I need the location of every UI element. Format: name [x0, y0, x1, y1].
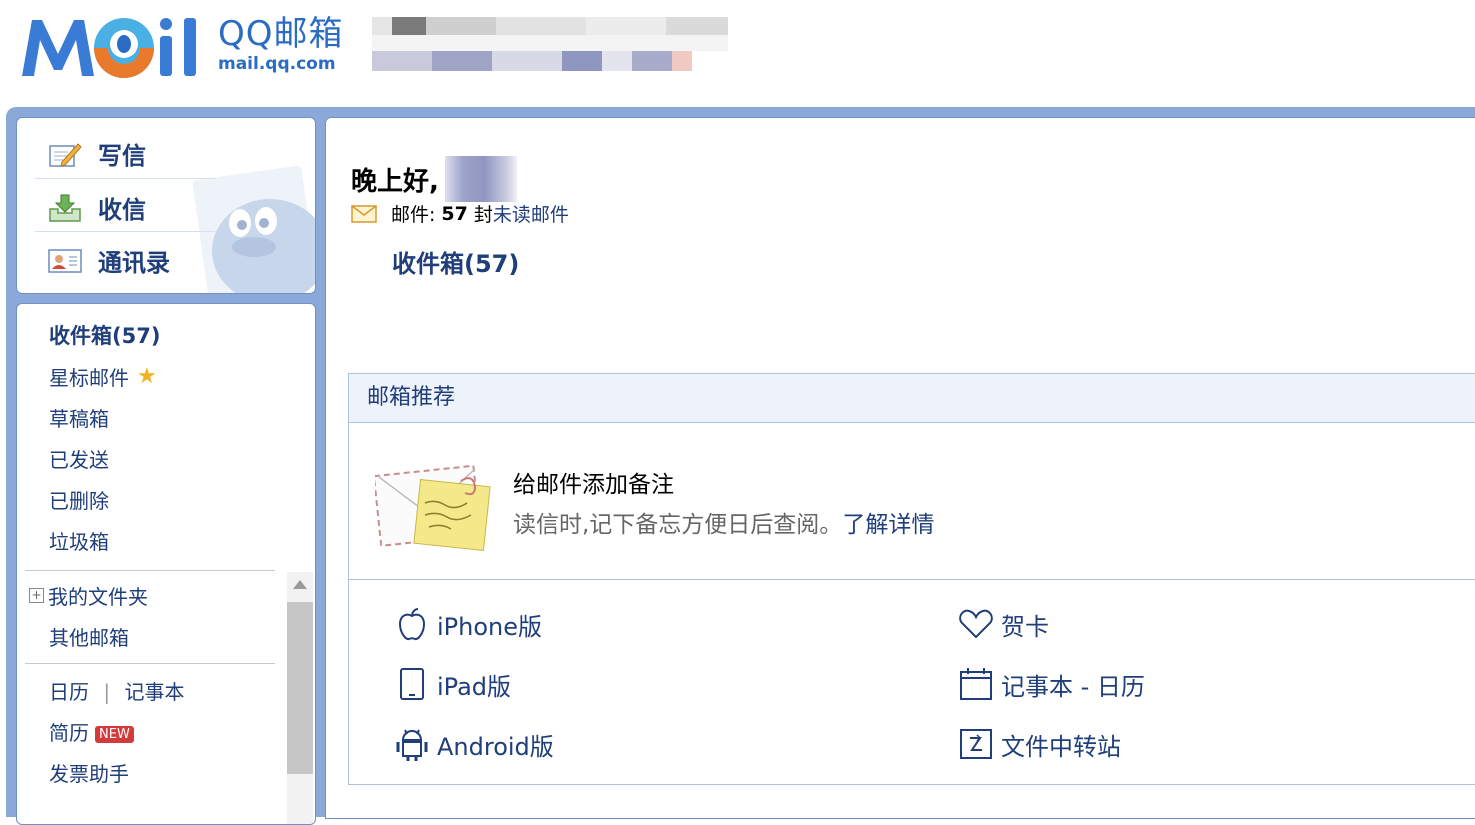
greeting-card-link[interactable]: 贺卡 [959, 606, 1049, 642]
greeting: 晚上好, [351, 156, 517, 202]
scroll-up-arrow[interactable] [293, 580, 307, 589]
contacts-label: 通讯录 [98, 249, 170, 277]
folder-sent[interactable]: 已发送 [49, 444, 109, 473]
calendar-link[interactable]: 日历 [49, 680, 89, 704]
greeting-card-label: 贺卡 [1001, 612, 1049, 641]
feature-title: 给邮件添加备注 [513, 472, 674, 498]
greeting-text: 晚上好, [351, 166, 439, 197]
feature-description: 读信时,记下备忘方便日后查阅。了解详情 [513, 505, 934, 539]
account-blurred-info [372, 17, 728, 73]
unread-mail-link[interactable]: 未读邮件 [493, 200, 569, 227]
inbox-shortcut[interactable]: 收件箱(57) [392, 244, 519, 279]
recommend-box: 邮箱推荐 给邮件添加备注 读信时,记下备忘方便日后查阅。了解详情 iPhone版 [348, 373, 1475, 785]
receive-button[interactable]: 收信 [47, 190, 146, 225]
apple-icon [395, 606, 429, 642]
learn-more-link[interactable]: 了解详情 [842, 512, 934, 538]
other-mailboxes[interactable]: 其他邮箱 [49, 622, 129, 651]
iphone-app-link[interactable]: iPhone版 [395, 606, 542, 642]
folder-inbox[interactable]: 收件箱(57) [49, 320, 160, 350]
contacts-icon [47, 246, 83, 276]
user-name-blurred [444, 156, 517, 202]
transfer-icon [959, 726, 993, 762]
scroll-thumb[interactable] [287, 602, 313, 774]
notebook-calendar-label: 记事本 - 日历 [1001, 672, 1145, 701]
receive-icon [47, 193, 83, 223]
brand-text: QQ邮箱 mail.qq.com [218, 14, 344, 74]
calendar-notebook-row: 日历 | 记事本 [49, 676, 184, 705]
main-content: 晚上好, 邮件: 57 封 未读邮件 收件箱(57) 邮箱推荐 给邮件添加备注 [325, 117, 1475, 819]
android-app-link[interactable]: Android版 [395, 726, 554, 762]
unread-summary: 邮件: 57 封 未读邮件 [351, 200, 569, 227]
recommend-title: 邮箱推荐 [349, 374, 1475, 423]
my-folders-toggle[interactable]: + 我的文件夹 [29, 581, 148, 610]
new-badge: NEW [95, 726, 134, 743]
feature-promo: 给邮件添加备注 读信时,记下备忘方便日后查阅。了解详情 [349, 423, 1475, 580]
compose-button[interactable]: 写信 [47, 136, 146, 171]
iphone-app-label: iPhone版 [437, 612, 543, 641]
expand-icon[interactable]: + [29, 588, 44, 603]
mail-prefix: 邮件: [391, 204, 436, 226]
folder-deleted[interactable]: 已删除 [49, 485, 109, 514]
file-transfer-label: 文件中转站 [1001, 732, 1121, 761]
unread-count: 57 [441, 202, 468, 225]
calendar-icon [959, 666, 993, 702]
folder-scrollbar[interactable] [287, 572, 313, 824]
unread-unit: 封 [473, 204, 493, 226]
qq-mail-logo[interactable] [20, 14, 210, 80]
folder-panel: 收件箱(57) 星标邮件 ★ 草稿箱 已发送 已删除 垃圾箱 + 我的文件夹 其… [16, 303, 316, 825]
folder-starred-label: 星标邮件 [49, 366, 129, 390]
star-icon: ★ [137, 364, 157, 389]
contacts-button[interactable]: 通讯录 [47, 243, 170, 278]
ipad-app-link[interactable]: iPad版 [395, 666, 511, 702]
folder-spam[interactable]: 垃圾箱 [49, 526, 109, 555]
brand-url: mail.qq.com [218, 54, 336, 74]
my-folders-label: 我的文件夹 [48, 585, 148, 609]
folder-starred[interactable]: 星标邮件 ★ [49, 362, 157, 391]
envelope-icon [351, 204, 377, 223]
notebook-link[interactable]: 记事本 [124, 680, 184, 704]
feature-desc-text: 读信时,记下备忘方便日后查阅。 [513, 512, 843, 538]
memo-envelope-icon [375, 464, 491, 552]
heart-icon [959, 606, 993, 642]
android-app-label: Android版 [437, 732, 554, 761]
penguin-illustration [192, 165, 315, 293]
compose-label: 写信 [98, 142, 146, 170]
invoice-helper[interactable]: 发票助手 [49, 758, 129, 787]
folder-drafts[interactable]: 草稿箱 [49, 403, 109, 432]
notebook-calendar-link[interactable]: 记事本 - 日历 [959, 666, 1145, 702]
compose-icon [47, 139, 83, 169]
tablet-icon [395, 666, 429, 702]
resume-link[interactable]: 简历 NEW [49, 717, 134, 746]
file-transfer-link[interactable]: 文件中转站 [959, 726, 1121, 762]
android-icon [395, 726, 429, 762]
quick-actions-panel: 写信 收信 通讯录 [16, 117, 316, 294]
divider-bar: | [103, 680, 111, 704]
ipad-app-label: iPad版 [437, 672, 512, 701]
resume-label: 简历 [49, 721, 89, 745]
receive-label: 收信 [98, 196, 146, 224]
brand-name: QQ邮箱 [218, 14, 344, 54]
